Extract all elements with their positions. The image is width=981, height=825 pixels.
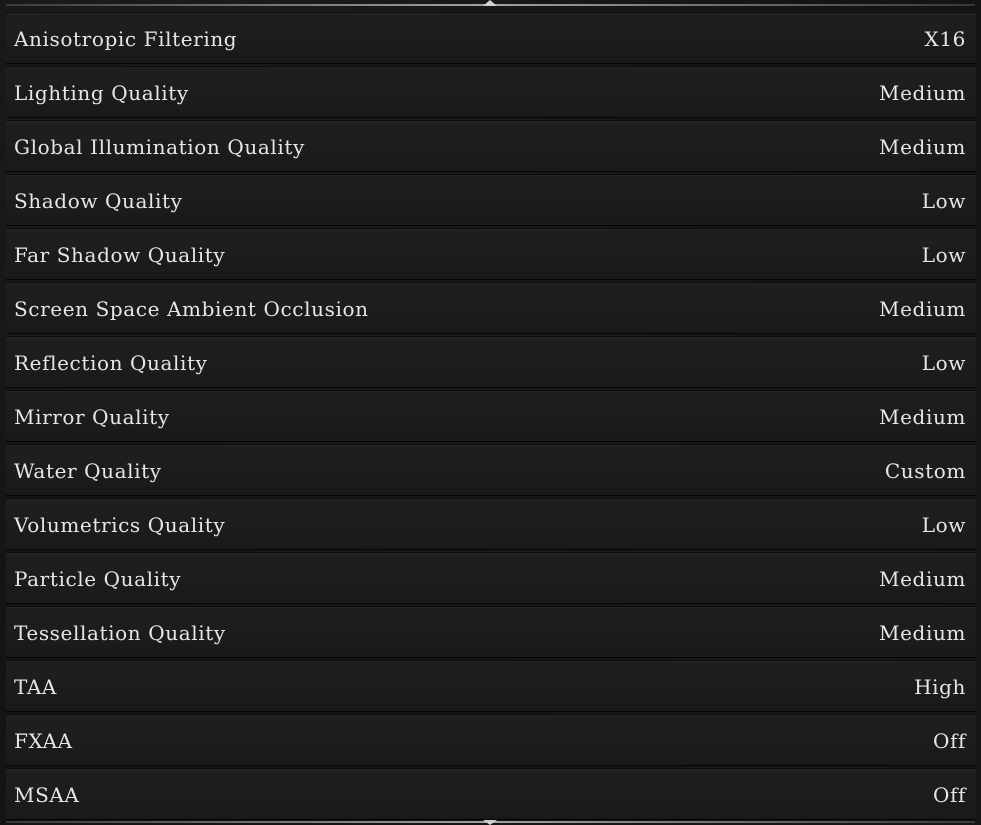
setting-row-volumetrics-quality[interactable]: Volumetrics Quality Low (6, 498, 976, 550)
setting-label: Reflection Quality (14, 351, 208, 375)
setting-value[interactable]: Low (922, 175, 966, 227)
setting-label: MSAA (14, 783, 80, 807)
setting-row-shadow-quality[interactable]: Shadow Quality Low (6, 174, 976, 226)
setting-value[interactable]: Medium (879, 391, 966, 443)
setting-label: Lighting Quality (14, 81, 189, 105)
setting-value[interactable]: Custom (885, 445, 966, 497)
scroll-down-arrow-icon[interactable] (483, 820, 497, 825)
setting-label: Screen Space Ambient Occlusion (14, 297, 369, 321)
setting-row-mirror-quality[interactable]: Mirror Quality Medium (6, 390, 976, 442)
setting-row-lighting-quality[interactable]: Lighting Quality Medium (6, 66, 976, 118)
setting-value[interactable]: Medium (879, 67, 966, 119)
setting-value[interactable]: Medium (879, 553, 966, 605)
setting-label: TAA (14, 675, 57, 699)
setting-label: Water Quality (14, 459, 162, 483)
setting-row-water-quality[interactable]: Water Quality Custom (6, 444, 976, 496)
setting-row-reflection-quality[interactable]: Reflection Quality Low (6, 336, 976, 388)
setting-value[interactable]: Medium (879, 121, 966, 173)
setting-row-global-illumination-quality[interactable]: Global Illumination Quality Medium (6, 120, 976, 172)
setting-label: Shadow Quality (14, 189, 183, 213)
setting-value[interactable]: High (914, 661, 966, 713)
setting-row-particle-quality[interactable]: Particle Quality Medium (6, 552, 976, 604)
setting-value[interactable]: Off (933, 715, 966, 767)
setting-value[interactable]: Medium (879, 607, 966, 659)
scroll-up-arrow-icon[interactable] (483, 0, 497, 6)
setting-row-anisotropic-filtering[interactable]: Anisotropic Filtering X16 (6, 12, 976, 64)
setting-value[interactable]: Low (922, 499, 966, 551)
setting-row-fxaa[interactable]: FXAA Off (6, 714, 976, 766)
setting-row-msaa[interactable]: MSAA Off (6, 768, 976, 820)
setting-label: Volumetrics Quality (14, 513, 226, 537)
setting-value[interactable]: X16 (925, 13, 967, 65)
setting-value[interactable]: Off (933, 769, 966, 821)
setting-label: Far Shadow Quality (14, 243, 226, 267)
setting-row-ssao[interactable]: Screen Space Ambient Occlusion Medium (6, 282, 976, 334)
setting-row-taa[interactable]: TAA High (6, 660, 976, 712)
setting-label: FXAA (14, 729, 73, 753)
setting-value[interactable]: Medium (879, 283, 966, 335)
setting-label: Global Illumination Quality (14, 135, 305, 159)
setting-label: Anisotropic Filtering (14, 27, 238, 51)
setting-value[interactable]: Low (922, 337, 966, 389)
setting-label: Mirror Quality (14, 405, 170, 429)
setting-label: Tessellation Quality (14, 621, 226, 645)
setting-row-tessellation-quality[interactable]: Tessellation Quality Medium (6, 606, 976, 658)
settings-list: Anisotropic Filtering X16 Lighting Quali… (6, 12, 976, 822)
setting-row-far-shadow-quality[interactable]: Far Shadow Quality Low (6, 228, 976, 280)
graphics-settings-panel: Anisotropic Filtering X16 Lighting Quali… (0, 0, 981, 825)
setting-label: Particle Quality (14, 567, 182, 591)
setting-value[interactable]: Low (922, 229, 966, 281)
